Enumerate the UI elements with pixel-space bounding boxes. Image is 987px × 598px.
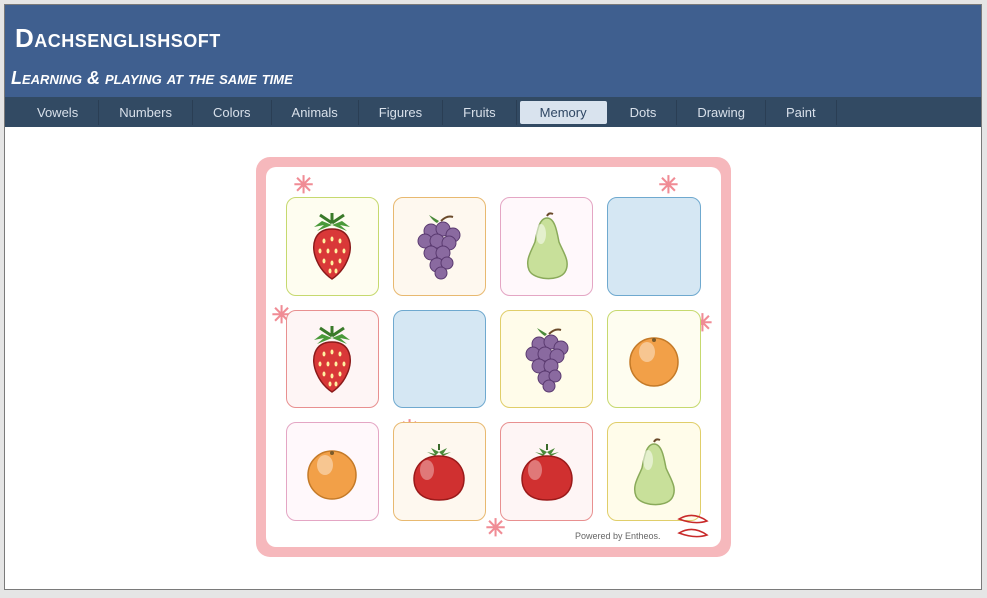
nav-drawing[interactable]: Drawing [677, 100, 766, 125]
site-title: Dachsenglishsoft [15, 23, 971, 54]
nav-animals[interactable]: Animals [272, 100, 359, 125]
nav-dots[interactable]: Dots [610, 100, 678, 125]
decor-asterisk-icon: ✳ [294, 171, 314, 200]
memory-card[interactable] [286, 422, 379, 521]
strawberry-icon [302, 211, 362, 281]
memory-card[interactable] [393, 197, 486, 296]
card-grid: ✳ ✳ ✳ ✳ ✳ ✳ [266, 167, 721, 547]
nav-numbers[interactable]: Numbers [99, 100, 193, 125]
entheos-logo-icon [675, 513, 711, 543]
header: Dachsenglishsoft Learning & playing at t… [5, 5, 981, 97]
app-frame: Dachsenglishsoft Learning & playing at t… [4, 4, 982, 590]
memory-card[interactable] [500, 422, 593, 521]
memory-card-hidden[interactable] [393, 310, 486, 409]
pear-icon [519, 210, 574, 282]
pear-icon [626, 436, 681, 508]
tomato-icon [515, 442, 579, 502]
nav-colors[interactable]: Colors [193, 100, 272, 125]
memory-card[interactable] [286, 310, 379, 409]
site-subtitle: Learning & playing at the same time [11, 68, 971, 89]
memory-card[interactable] [500, 310, 593, 409]
memory-card[interactable] [607, 310, 700, 409]
nav-figures[interactable]: Figures [359, 100, 443, 125]
strawberry-icon [302, 324, 362, 394]
main-nav: Vowels Numbers Colors Animals Figures Fr… [5, 97, 981, 127]
orange-icon [303, 443, 361, 501]
board-footer: Powered by Entheos. [575, 531, 661, 541]
nav-vowels[interactable]: Vowels [17, 100, 99, 125]
content-area: ✳ ✳ ✳ ✳ ✳ ✳ [5, 127, 981, 589]
tomato-icon [407, 442, 471, 502]
memory-board: ✳ ✳ ✳ ✳ ✳ ✳ [256, 157, 731, 557]
memory-card[interactable] [500, 197, 593, 296]
decor-asterisk-icon: ✳ [658, 171, 678, 200]
memory-card[interactable] [286, 197, 379, 296]
grapes-icon [517, 324, 577, 394]
orange-icon [625, 330, 683, 388]
grapes-icon [409, 211, 469, 281]
memory-card[interactable] [607, 422, 700, 521]
nav-paint[interactable]: Paint [766, 100, 837, 125]
memory-card[interactable] [393, 422, 486, 521]
nav-memory[interactable]: Memory [520, 101, 607, 124]
nav-fruits[interactable]: Fruits [443, 100, 517, 125]
memory-card-hidden[interactable] [607, 197, 700, 296]
